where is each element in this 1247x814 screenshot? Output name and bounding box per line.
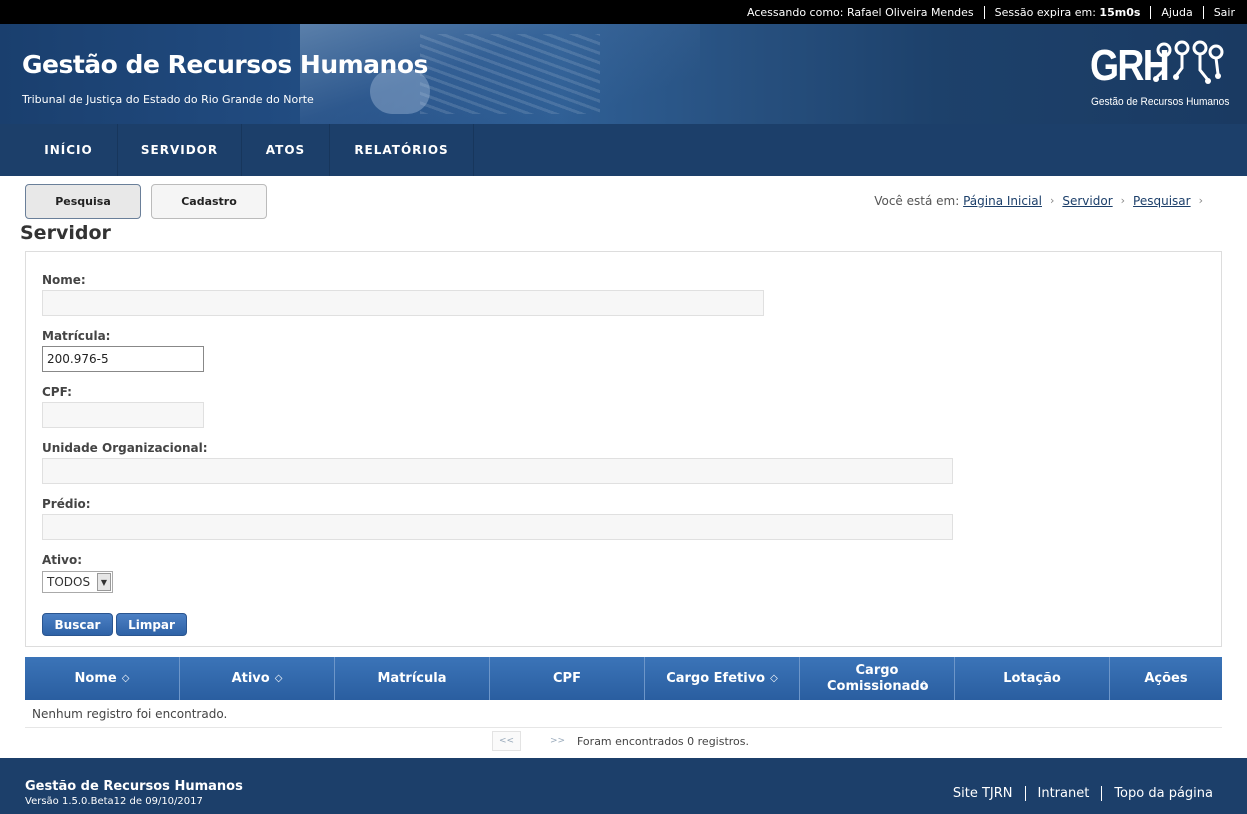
column-label: Lotação <box>1003 670 1061 686</box>
main-nav: INÍCIO SERVIDOR ATOS RELATÓRIOS <box>0 124 1247 176</box>
chevron-right-icon: › <box>1198 194 1203 207</box>
footer-links: Site TJRN Intranet Topo da página <box>953 786 1213 801</box>
banner-keyboard-texture <box>420 34 600 114</box>
ativo-selected-value: TODOS <box>47 575 91 589</box>
sort-icon[interactable]: ◇ <box>770 671 778 687</box>
records-count: Foram encontrados 0 registros. <box>577 734 750 748</box>
nav-item-servidor[interactable]: SERVIDOR <box>118 124 242 176</box>
matricula-input[interactable] <box>42 346 204 372</box>
chevron-down-icon[interactable]: ▼ <box>97 573 111 591</box>
divider <box>1101 786 1103 801</box>
breadcrumb-pesquisar[interactable]: Pesquisar <box>1133 194 1191 208</box>
predio-input[interactable] <box>42 514 953 540</box>
grh-logo[interactable]: GRH Gestão de Recursos Humanos <box>1090 40 1230 114</box>
chevron-right-icon: › <box>1120 194 1126 207</box>
footer-title: Gestão de Recursos Humanos <box>25 779 243 794</box>
column-header-cargo-efetivo[interactable]: Cargo Efetivo ◇ <box>645 657 800 700</box>
column-header-matricula: Matrícula <box>335 657 490 700</box>
cpf-input[interactable] <box>42 402 204 428</box>
people-network-icon <box>1153 40 1224 84</box>
footer-link-intranet[interactable]: Intranet <box>1038 786 1090 801</box>
tab-cadastro[interactable]: Cadastro <box>151 184 267 219</box>
logout-link[interactable]: Sair <box>1214 6 1235 19</box>
header-banner: Gestão de Recursos Humanos Tribunal de J… <box>0 24 1247 124</box>
app-title: Gestão de Recursos Humanos <box>22 50 428 79</box>
column-label: Nome <box>74 670 117 686</box>
top-bar: Acessando como: Rafael Oliveira Mendes S… <box>0 0 1247 24</box>
nome-label: Nome: <box>42 273 86 287</box>
logo-caption: Gestão de Recursos Humanos <box>1091 96 1230 108</box>
footer-link-site-tjrn[interactable]: Site TJRN <box>953 786 1013 801</box>
column-header-lotacao: Lotação <box>955 657 1110 700</box>
nav-item-atos[interactable]: ATOS <box>242 124 330 176</box>
search-form-panel: Nome: Matrícula: CPF: Unidade Organizaci… <box>25 251 1222 647</box>
column-header-ativo[interactable]: Ativo ◇ <box>180 657 335 700</box>
ativo-select[interactable]: TODOS ▼ <box>42 571 113 593</box>
session-label: Sessão expira em: <box>994 5 1096 19</box>
empty-message: Nenhum registro foi encontrado. <box>32 707 228 721</box>
matricula-label: Matrícula: <box>42 329 111 343</box>
divider <box>983 5 985 19</box>
sort-icon[interactable]: ◇ <box>275 671 283 687</box>
breadcrumb-home[interactable]: Página Inicial <box>963 194 1042 208</box>
breadcrumb-servidor[interactable]: Servidor <box>1062 194 1112 208</box>
divider <box>1150 5 1152 19</box>
column-header-cpf: CPF <box>490 657 645 700</box>
session-time: 15m0s <box>1099 5 1141 19</box>
sort-icon[interactable]: ◇ <box>920 679 928 690</box>
predio-label: Prédio: <box>42 497 91 511</box>
user-name: Rafael Oliveira Mendes <box>847 5 974 19</box>
pager-prev-button[interactable]: << <box>492 731 521 751</box>
unidade-label: Unidade Organizacional: <box>42 441 208 455</box>
sort-icon[interactable]: ◇ <box>122 671 130 687</box>
app-subtitle: Tribunal de Justiça do Estado do Rio Gra… <box>22 93 314 106</box>
column-label: Ativo <box>231 670 270 686</box>
results-table-header: Nome ◇ Ativo ◇ Matrícula CPF Cargo Efetivo… <box>25 657 1222 700</box>
column-label: Cargo Efetivo <box>666 670 766 686</box>
column-label: Ações <box>1144 670 1188 686</box>
breadcrumb-prefix: Você está em: <box>874 194 960 208</box>
column-header-cargo-comissionado[interactable]: Cargo Comissionado <box>800 657 955 700</box>
nome-input[interactable] <box>42 290 764 316</box>
footer: Gestão de Recursos Humanos Versão 1.5.0.… <box>0 758 1247 814</box>
column-label: Cargo Comissionado <box>827 662 929 694</box>
column-label: CPF <box>553 670 581 686</box>
breadcrumb: Você está em: Página Inicial › Servidor … <box>874 194 1211 208</box>
pager-next-button[interactable]: >> <box>543 731 572 751</box>
page-title: Servidor <box>20 222 111 244</box>
divider <box>1202 5 1204 19</box>
empty-results-row: Nenhum registro foi encontrado. <box>25 701 1222 728</box>
column-header-acoes: Ações <box>1110 657 1222 700</box>
nav-item-relatorios[interactable]: RELATÓRIOS <box>330 124 474 176</box>
nav-item-inicio[interactable]: INÍCIO <box>20 124 118 176</box>
chevron-right-icon: › <box>1049 194 1055 207</box>
column-header-nome[interactable]: Nome ◇ <box>25 657 180 700</box>
footer-version: Versão 1.5.0.Beta12 de 09/10/2017 <box>25 796 203 807</box>
divider <box>1024 786 1026 801</box>
help-link[interactable]: Ajuda <box>1161 6 1192 19</box>
limpar-button[interactable]: Limpar <box>116 613 187 636</box>
tab-pesquisa[interactable]: Pesquisa <box>25 184 141 219</box>
buscar-button[interactable]: Buscar <box>42 613 113 636</box>
footer-link-top[interactable]: Topo da página <box>1114 786 1213 801</box>
ativo-label: Ativo: <box>42 553 83 567</box>
cpf-label: CPF: <box>42 385 72 399</box>
unidade-input[interactable] <box>42 458 953 484</box>
column-label: Matrícula <box>377 670 447 686</box>
user-label: Acessando como: <box>747 5 844 19</box>
